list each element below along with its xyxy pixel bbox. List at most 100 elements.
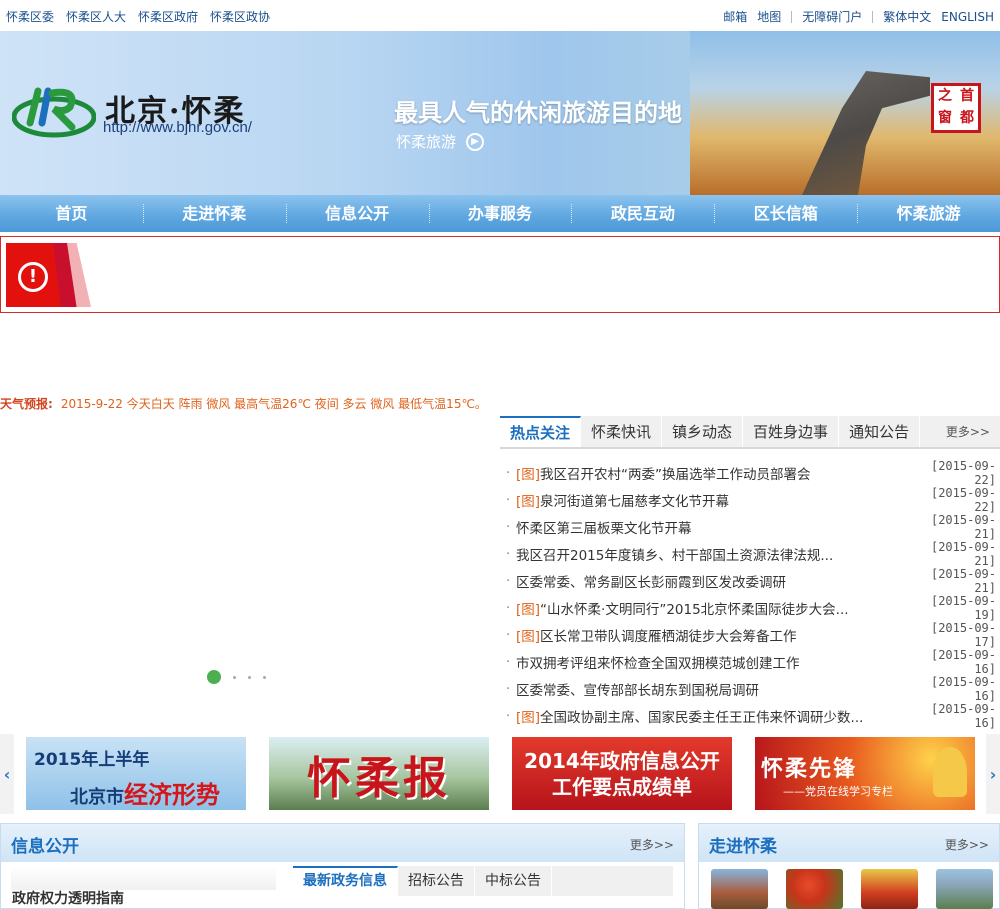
link-district-cppcc[interactable]: 怀柔区政协 (210, 8, 270, 25)
bullet-icon: · (506, 464, 511, 481)
power-transparency-guide-link[interactable]: 政府权力透明指南 (12, 888, 124, 908)
nav-home[interactable]: 首页 (0, 195, 143, 232)
arrow-right-icon: ▶ (466, 132, 485, 151)
news-title[interactable]: 区长常卫带队调度雁栖湖徒步大会筹备工作 (540, 625, 912, 645)
image-tag: [图] (516, 493, 541, 510)
news-title[interactable]: 区委常委、宣传部部长胡东到国税局调研 (516, 679, 912, 699)
link-english[interactable]: ENGLISH (941, 10, 994, 24)
list-item[interactable]: · 市双拥考评组来怀检查全国双拥模范城创建工作 [2015-09-16] (506, 647, 996, 676)
divider (872, 10, 874, 23)
link-mailbox[interactable]: 邮箱 (723, 8, 747, 25)
list-item[interactable]: · 区委常委、宣传部部长胡东到国税局调研 [2015-09-16] (506, 675, 996, 703)
bullet-icon: · (506, 680, 511, 697)
list-item[interactable]: · 区委常委、常务副区长彭丽霞到区发改委调研 [2015-09-21] (506, 567, 996, 595)
carousel-dot[interactable] (263, 675, 266, 679)
section-header: 走进怀柔 更多>> (699, 824, 999, 862)
list-item[interactable]: · 怀柔区第三届板栗文化节开幕 [2015-09-21] (506, 513, 996, 541)
list-item[interactable]: · [图] 我区召开农村“两委”换届选举工作动员部署会 [2015-09-22] (506, 458, 996, 487)
promo-info-disclosure-report[interactable]: 2014年政府信息公开 工作要点成绩单 (512, 737, 732, 810)
news-date: [2015-09-16] (930, 647, 996, 676)
tab-tender-notices[interactable]: 招标公告 (398, 866, 475, 896)
link-district-committee[interactable]: 怀柔区委 (6, 8, 54, 25)
seal-char: 之 (938, 88, 952, 104)
tab-notices[interactable]: 通知公告 (839, 416, 921, 447)
thumbnail-image[interactable] (936, 869, 993, 909)
carousel-indicators (207, 670, 266, 684)
news-date: [2015-09-19] (930, 593, 996, 622)
promo-huairou-daily-title: 怀柔报 (307, 752, 451, 804)
bullet-icon: · (506, 653, 511, 670)
link-district-congress[interactable]: 怀柔区人大 (66, 8, 126, 25)
news-title[interactable]: 区委常委、常务副区长彭丽霞到区发改委调研 (516, 571, 912, 591)
news-title[interactable]: 怀柔区第三届板栗文化节开幕 (516, 517, 912, 537)
news-more-link[interactable]: 更多>> (946, 416, 1000, 447)
list-item[interactable]: · [图] “山水怀柔·文明同行”2015北京怀柔国际徒步大会... [2015-09… (506, 593, 996, 622)
info-disclosure-section: 信息公开 更多>> 政府权力透明指南 最新政务信息 招标公告 中标公告 (0, 823, 685, 909)
seal-char: 首 (960, 88, 974, 104)
carousel-dot[interactable] (233, 675, 236, 679)
promo-carousel: ‹ 2015年上半年 北京市经济形势 怀柔报 2014年政府信息公开 工作要点成… (0, 734, 1000, 814)
carousel-dot-active[interactable] (207, 670, 221, 684)
nav-interaction[interactable]: 政民互动 (571, 195, 714, 232)
list-item[interactable]: · 我区召开2015年度镇乡、村干部国土资源法律法规... [2015-09-21] (506, 540, 996, 568)
news-title[interactable]: 市双拥考评组来怀检查全国双拥模范城创建工作 (516, 652, 912, 672)
nav-mayor-mailbox[interactable]: 区长信箱 (714, 195, 857, 232)
news-title[interactable]: 全国政协副主席、国家民委主任王正伟来怀调研少数... (540, 706, 912, 726)
tab-latest-gov-info[interactable]: 最新政务信息 (293, 866, 398, 896)
info-tabs: 最新政务信息 招标公告 中标公告 (293, 866, 673, 896)
thumbnail-image[interactable] (861, 869, 918, 909)
list-item[interactable]: · [图] 泉河街道第七届慈孝文化节开幕 [2015-09-22] (506, 486, 996, 514)
bullet-icon: · (506, 545, 511, 562)
list-item[interactable]: · [图] 全国政协副主席、国家民委主任王正伟来怀调研少数... [2015-09-1… (506, 702, 996, 730)
nav-services[interactable]: 办事服务 (428, 195, 572, 232)
logo-icon[interactable] (12, 83, 96, 139)
link-traditional-chinese[interactable]: 繁体中文 (883, 8, 931, 25)
link-accessibility[interactable]: 无障碍门户 (802, 8, 862, 25)
tab-local-life[interactable]: 百姓身边事 (743, 416, 840, 447)
weather-label: 天气预报: (0, 397, 53, 411)
link-district-government[interactable]: 怀柔区政府 (138, 8, 198, 25)
bullet-icon: · (506, 491, 511, 508)
tab-huairou-news[interactable]: 怀柔快讯 (581, 416, 663, 447)
thumbnail-image[interactable] (786, 869, 843, 909)
chevron-right-icon[interactable]: › (986, 734, 1000, 814)
tab-award-notices[interactable]: 中标公告 (475, 866, 552, 896)
tab-hot-topics[interactable]: 热点关注 (500, 416, 582, 447)
news-title[interactable]: 我区召开2015年度镇乡、村干部国土资源法律法规... (516, 544, 912, 564)
weather-text: 2015-9-22 今天白天 阵雨 微风 最高气温26℃ 夜间 多云 微风 最低… (60, 397, 487, 411)
exclamation-icon: ! (18, 262, 48, 292)
news-title[interactable]: 泉河街道第七届慈孝文化节开幕 (540, 490, 912, 510)
photo-thumbnails (711, 869, 993, 909)
tourism-link[interactable]: 怀柔旅游 ▶ (396, 131, 485, 152)
promo-report-text: 2014年政府信息公开 工作要点成绩单 (524, 748, 720, 800)
info-more-link[interactable]: 更多>> (630, 836, 674, 853)
main-nav: 首页 走进怀柔 信息公开 办事服务 政民互动 区长信箱 怀柔旅游 (0, 195, 1000, 232)
carousel-dot[interactable] (248, 675, 251, 679)
org-links: 怀柔区委 怀柔区人大 怀柔区政府 怀柔区政协 (6, 8, 270, 25)
top-bar: 怀柔区委 怀柔区人大 怀柔区政府 怀柔区政协 邮箱 地图 无障碍门户 繁体中文 … (0, 0, 1000, 31)
promo-huairou-pioneer[interactable]: 怀柔先锋 ——党员在线学习专栏 (755, 737, 975, 810)
chevron-left-icon[interactable]: ‹ (0, 734, 14, 814)
list-item[interactable]: · [图] 区长常卫带队调度雁栖湖徒步大会筹备工作 [2015-09-17] (506, 621, 996, 649)
about-huairou-section: 走进怀柔 更多>> (698, 823, 1000, 909)
guide-banner (11, 866, 276, 890)
weather-forecast: 天气预报: 2015-9-22 今天白天 阵雨 微风 最高气温26℃ 夜间 多云 … (0, 395, 487, 412)
tab-town-news[interactable]: 镇乡动态 (662, 416, 744, 447)
header-banner: 北京·怀柔 http://www.bjhr.gov.cn/ 最具人气的休闲旅游目… (0, 31, 1000, 195)
alert-banner: ! (0, 236, 1000, 313)
news-date: [2015-09-22] (930, 458, 996, 487)
link-map[interactable]: 地图 (757, 8, 781, 25)
hot-news-panel: 热点关注 怀柔快讯 镇乡动态 百姓身边事 通知公告 更多>> · [图] 我区召开农… (500, 416, 1000, 730)
capital-window-seal[interactable]: 之 首 窗 都 (931, 83, 981, 133)
promo-economy[interactable]: 2015年上半年 北京市经济形势 (26, 737, 246, 810)
news-title[interactable]: 我区召开农村“两委”换届选举工作动员部署会 (540, 463, 912, 483)
thumbnail-image[interactable] (711, 869, 768, 909)
promo-huairou-daily[interactable]: 怀柔报 (269, 737, 489, 810)
nav-info-disclosure[interactable]: 信息公开 (285, 195, 429, 232)
nav-tourism[interactable]: 怀柔旅游 (857, 195, 1000, 232)
news-title[interactable]: “山水怀柔·文明同行”2015北京怀柔国际徒步大会... (540, 598, 912, 618)
bullet-icon: · (506, 599, 511, 616)
intro-more-link[interactable]: 更多>> (945, 836, 989, 853)
nav-about-huairou[interactable]: 走进怀柔 (142, 195, 286, 232)
promo-economy-city: 北京市 (70, 787, 124, 808)
